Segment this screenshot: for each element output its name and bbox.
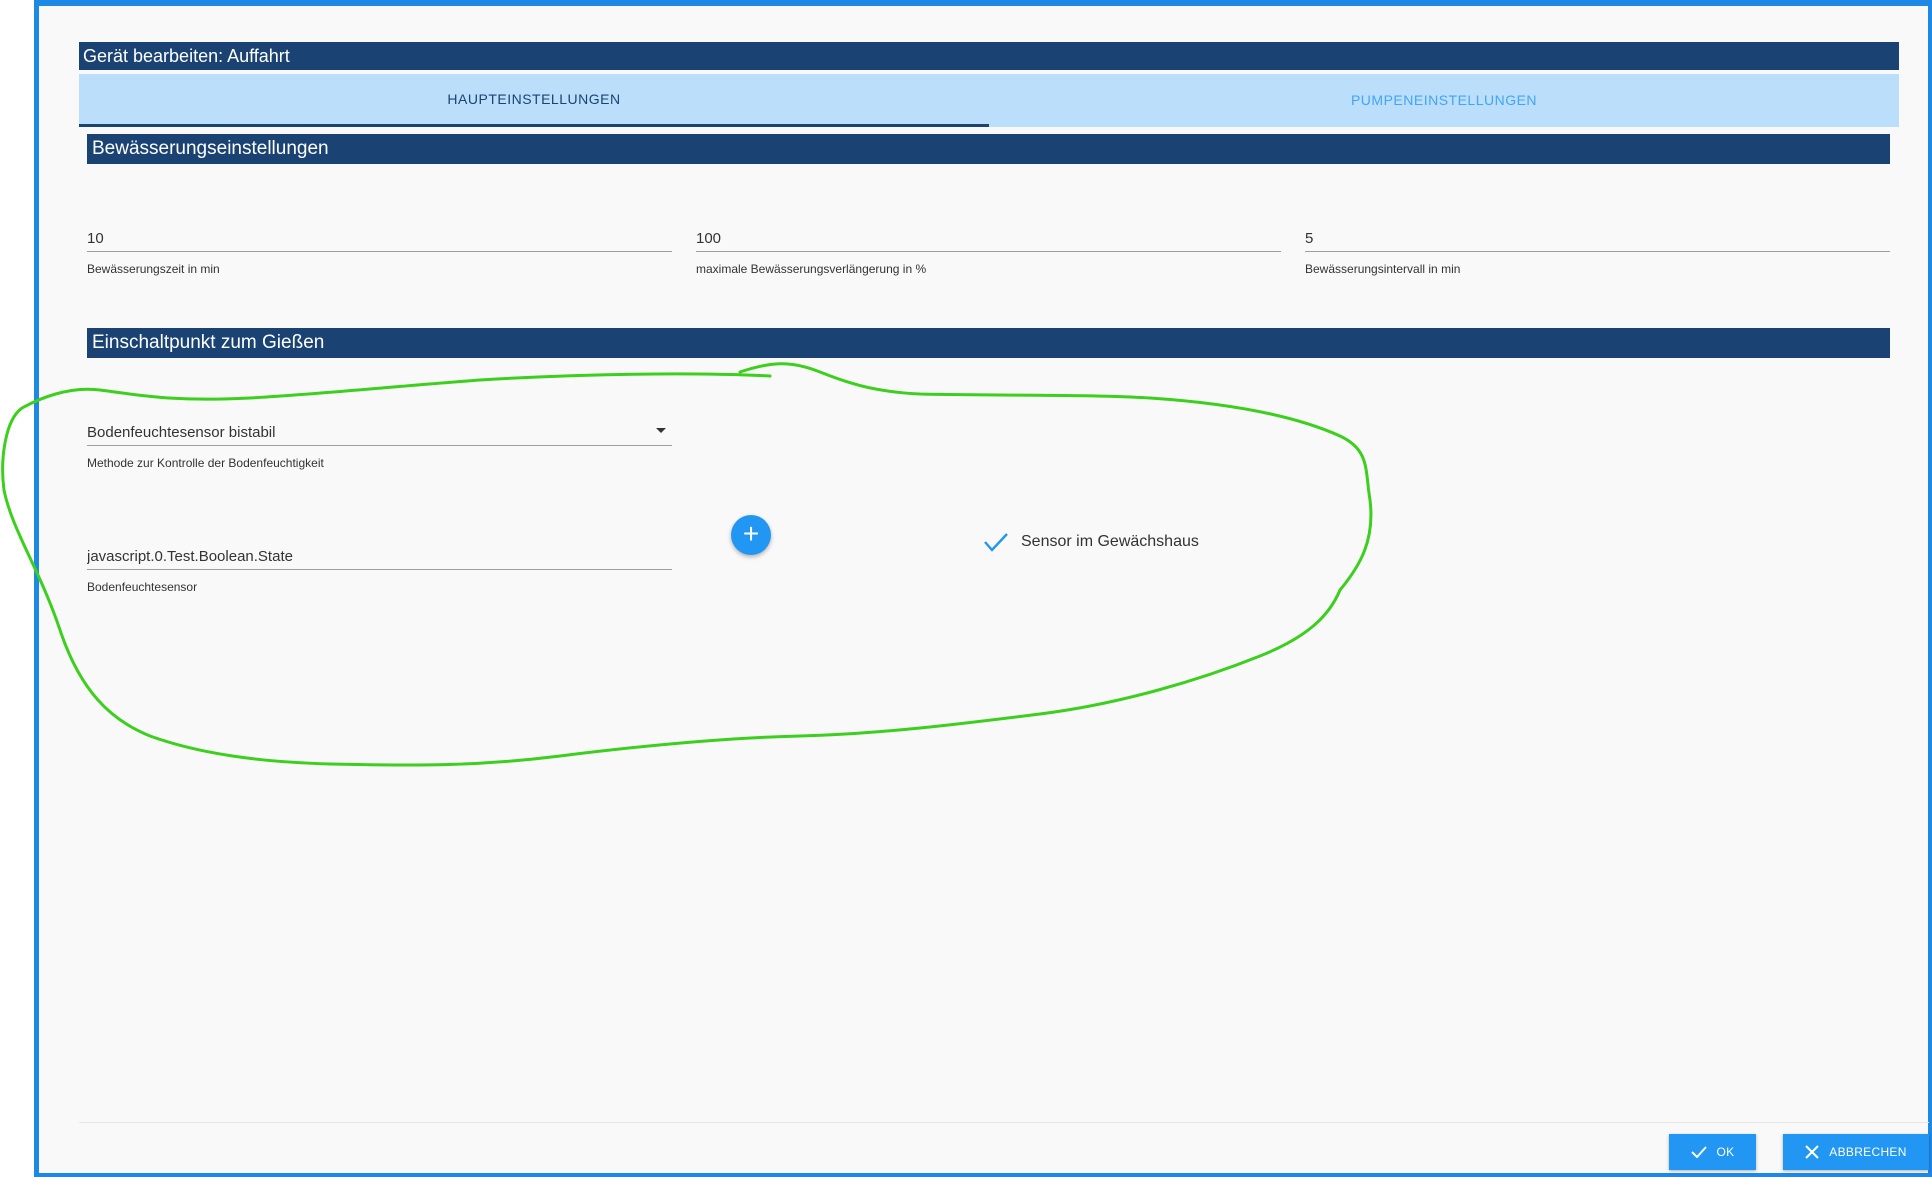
- check-icon: [1690, 1146, 1707, 1158]
- dialog-title: Gerät bearbeiten: Auffahrt: [79, 42, 1899, 70]
- irrigation-interval-field: Bewässerungsintervall in min: [1305, 218, 1890, 276]
- cancel-button[interactable]: ABBRECHEN: [1783, 1134, 1929, 1170]
- method-select[interactable]: Bodenfeuchtesensor bistabil: [87, 412, 672, 446]
- sensor-input[interactable]: [87, 536, 672, 570]
- irrigation-interval-label: Bewässerungsintervall in min: [1305, 262, 1461, 276]
- dropdown-arrow-icon: [656, 428, 666, 433]
- tab-pumpeneinstellungen[interactable]: PUMPENEINSTELLUNGEN: [989, 74, 1899, 127]
- irrigation-time-input[interactable]: [87, 218, 672, 252]
- tab-bar: HAUPTEINSTELLUNGEN PUMPENEINSTELLUNGEN: [79, 74, 1899, 127]
- checkmark-icon: [984, 533, 1008, 552]
- add-sensor-button[interactable]: +: [731, 515, 771, 555]
- sensor-field: Bodenfeuchtesensor: [87, 536, 672, 594]
- footer-divider: [79, 1122, 1929, 1123]
- method-select-value: Bodenfeuchtesensor bistabil: [87, 424, 276, 441]
- section-trigger-title: Einschaltpunkt zum Gießen: [87, 328, 1890, 358]
- max-extension-field: maximale Bewässerungsverlängerung in %: [696, 218, 1281, 276]
- greenhouse-checkbox[interactable]: Sensor im Gewächshaus: [983, 531, 1199, 553]
- irrigation-time-field: Bewässerungszeit in min: [87, 218, 672, 276]
- ok-button[interactable]: OK: [1669, 1134, 1756, 1170]
- cancel-button-label: ABBRECHEN: [1829, 1145, 1907, 1159]
- dialog-frame: Gerät bearbeiten: Auffahrt HAUPTEINSTELL…: [34, 0, 1932, 1177]
- close-icon: [1805, 1145, 1820, 1159]
- sensor-label: Bodenfeuchtesensor: [87, 580, 198, 594]
- irrigation-interval-input[interactable]: [1305, 218, 1890, 252]
- section-irrigation-title: Bewässerungseinstellungen: [87, 134, 1890, 164]
- tab-haupteinstellungen[interactable]: HAUPTEINSTELLUNGEN: [79, 74, 989, 127]
- ok-button-label: OK: [1716, 1145, 1735, 1159]
- max-extension-label: maximale Bewässerungsverlängerung in %: [696, 262, 927, 276]
- plus-icon: +: [742, 518, 760, 549]
- max-extension-input[interactable]: [696, 218, 1281, 252]
- irrigation-time-label: Bewässerungszeit in min: [87, 262, 220, 276]
- method-select-field: Bodenfeuchtesensor bistabil Methode zur …: [87, 412, 672, 470]
- method-select-label: Methode zur Kontrolle der Bodenfeuchtigk…: [87, 456, 324, 470]
- greenhouse-checkbox-label: Sensor im Gewächshaus: [1021, 533, 1199, 550]
